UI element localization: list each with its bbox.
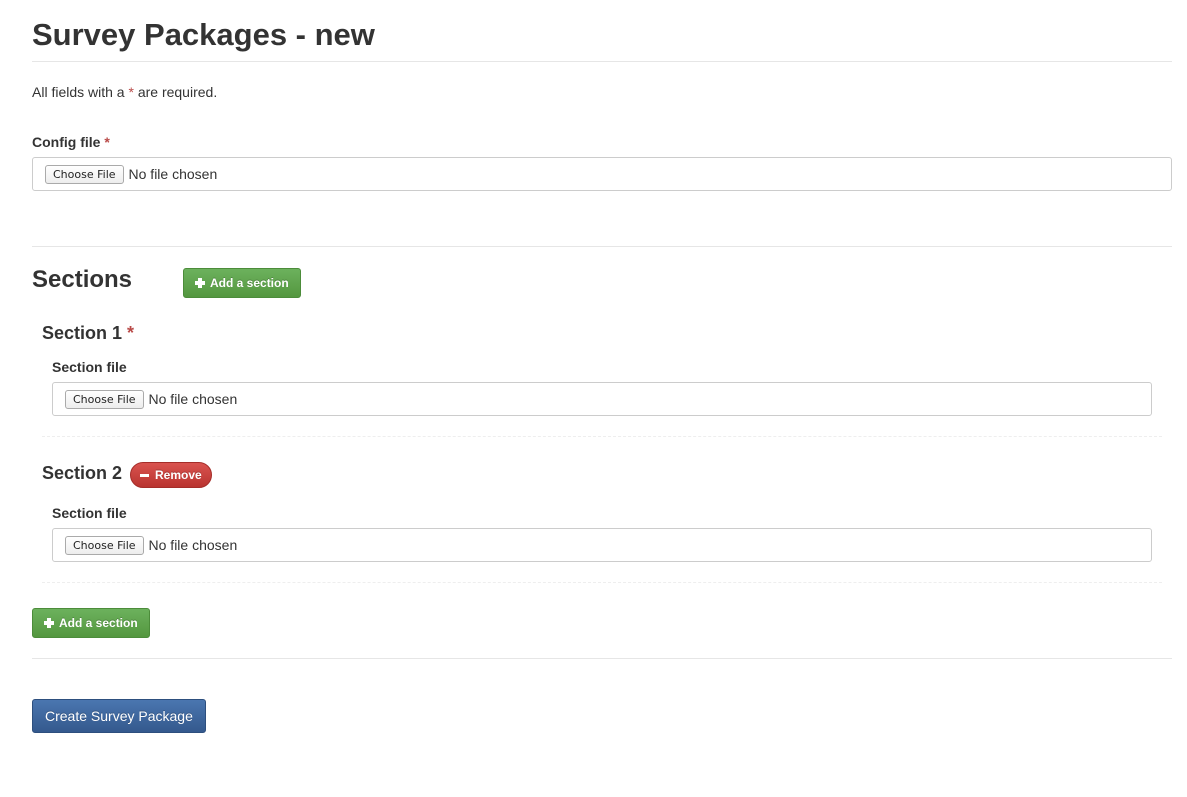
section-2-file-label: Section file bbox=[52, 505, 127, 521]
sections-heading: Sections bbox=[32, 266, 133, 293]
section-divider bbox=[42, 582, 1162, 583]
add-section-bottom-button[interactable]: Add a section bbox=[32, 608, 150, 638]
plus-icon bbox=[44, 618, 54, 628]
config-file-status: No file chosen bbox=[128, 166, 218, 182]
divider bbox=[32, 658, 1172, 659]
section-2-title: Section 2 bbox=[42, 463, 123, 483]
minus-icon bbox=[140, 470, 150, 480]
add-section-button[interactable]: Add a section bbox=[183, 268, 301, 298]
config-file-input[interactable]: Choose File No file chosen bbox=[32, 157, 1172, 191]
required-marker: * bbox=[104, 134, 110, 150]
section-divider bbox=[42, 436, 1162, 437]
section-2-file-status: No file chosen bbox=[148, 537, 238, 553]
required-marker: * bbox=[127, 323, 135, 343]
divider bbox=[32, 246, 1172, 247]
divider bbox=[32, 61, 1172, 62]
section-1-file-status: No file chosen bbox=[148, 391, 238, 407]
required-note: All fields with a * are required. bbox=[32, 84, 218, 100]
section-1-choose-file-button[interactable]: Choose File bbox=[65, 389, 144, 409]
section-1-file-label: Section file bbox=[52, 359, 127, 375]
create-survey-package-button[interactable]: Create Survey Package bbox=[32, 699, 206, 733]
remove-section-2-button[interactable]: Remove bbox=[130, 462, 212, 488]
config-file-label: Config file * bbox=[32, 134, 110, 150]
plus-icon bbox=[195, 278, 205, 288]
config-choose-file-button[interactable]: Choose File bbox=[45, 164, 124, 184]
page-title: Survey Packages - new bbox=[32, 17, 375, 52]
section-1-file-input[interactable]: Choose File No file chosen bbox=[52, 382, 1152, 416]
section-1-title: Section 1 * bbox=[42, 323, 135, 343]
section-2-file-input[interactable]: Choose File No file chosen bbox=[52, 528, 1152, 562]
section-2-choose-file-button[interactable]: Choose File bbox=[65, 535, 144, 555]
